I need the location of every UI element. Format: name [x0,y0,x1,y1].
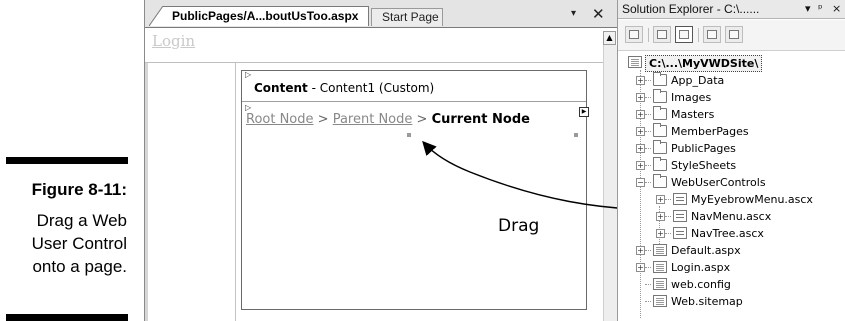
tree-item[interactable]: Web.sitemap [618,293,845,310]
tree-item[interactable]: + StyleSheets [618,157,845,174]
toolbar-separator [648,28,649,42]
tree-item-label: NavTree.ascx [691,227,764,240]
tree-item-label: Images [671,91,712,104]
tree-item-label: Default.aspx [671,244,741,257]
tree-connector [645,131,651,133]
config-file-icon [653,278,667,290]
tree-connector [665,233,671,235]
expand-icon[interactable]: + [636,161,645,170]
tree-item-label: MyEyebrowMenu.ascx [691,193,813,206]
tree-item[interactable]: + Default.aspx [618,242,845,259]
tree-connector [665,216,671,218]
refresh-icon[interactable] [653,26,671,43]
page-icon [653,244,667,256]
tree-item-label: App_Data [671,74,725,87]
panel-menu-icon[interactable]: ▾ [805,0,811,18]
tree-item-label: MemberPages [671,125,749,138]
close-panel-icon[interactable]: × [832,0,841,18]
tree-item-label: Web.sitemap [671,295,743,308]
properties-icon[interactable] [625,26,643,43]
pin-icon[interactable]: ᵖ [818,0,823,18]
tree-connector [665,199,671,201]
toolbar-separator [698,28,699,42]
tree-connector [645,97,651,99]
open-folder-icon [653,174,667,188]
collapse-icon[interactable]: − [636,178,645,187]
tree-item[interactable]: + NavTree.ascx [618,225,845,242]
expand-icon[interactable]: + [636,144,645,153]
sitemap-file-icon [653,295,667,307]
solution-explorer-toolbar [618,20,845,51]
tree-connector [645,250,651,252]
tree-connector [645,267,651,269]
view-designer-icon[interactable] [703,26,721,43]
user-control-icon [673,210,687,222]
expand-icon[interactable]: + [656,212,665,221]
folder-icon [653,157,667,171]
tree-item[interactable]: + MyEyebrowMenu.ascx [618,191,845,208]
user-control-icon [673,193,687,205]
tree-item[interactable]: + Images [618,89,845,106]
tree-connector [645,148,651,150]
tree-item[interactable]: + PublicPages [618,140,845,157]
expand-icon[interactable]: + [636,263,645,272]
tree-item[interactable]: + MemberPages [618,123,845,140]
tree-connector [645,114,651,116]
expand-icon[interactable]: + [636,127,645,136]
tree-item[interactable]: + Login.aspx [618,259,845,276]
tree-item-label: Login.aspx [671,261,731,274]
tree-item-label: Masters [671,108,715,121]
user-control-icon [673,227,687,239]
tree-connector [645,80,651,82]
expand-icon[interactable]: + [656,229,665,238]
tree-item-label: NavMenu.ascx [691,210,772,223]
tree-item[interactable]: web.config [618,276,845,293]
tree-item-label: PublicPages [671,142,736,155]
tree-root-label: C:\...\MyVWDSite\ [645,55,763,72]
solution-explorer: Solution Explorer - C:\...... ▾ ᵖ × C:\.… [617,0,845,321]
folder-icon [653,89,667,103]
folder-icon [653,140,667,154]
tree-root[interactable]: C:\...\MyVWDSite\ [618,54,845,72]
expand-icon[interactable]: + [636,246,645,255]
folder-icon [653,72,667,86]
copy-website-icon[interactable] [725,26,743,43]
tree-connector [645,301,651,303]
tree-item-label: web.config [671,278,731,291]
expand-icon[interactable]: + [636,93,645,102]
tree-item[interactable]: − WebUserControls [618,174,845,191]
nest-related-files-icon[interactable] [675,26,693,43]
folder-icon [653,123,667,137]
tree-item-label: WebUserControls [671,176,766,189]
expand-icon[interactable]: + [656,195,665,204]
expand-icon[interactable]: + [636,110,645,119]
panel-title: Solution Explorer - C:\...... [622,2,760,16]
tree-item[interactable]: + NavMenu.ascx [618,208,845,225]
tree-item[interactable]: + App_Data [618,72,845,89]
tree-item-label: StyleSheets [671,159,737,172]
tree-connector [645,182,651,184]
expand-icon[interactable]: + [636,76,645,85]
tree-connector [645,165,651,167]
page-icon [653,261,667,273]
tree-connector [645,284,651,286]
folder-icon [653,106,667,120]
tree-item[interactable]: + Masters [618,106,845,123]
website-icon [628,56,642,68]
